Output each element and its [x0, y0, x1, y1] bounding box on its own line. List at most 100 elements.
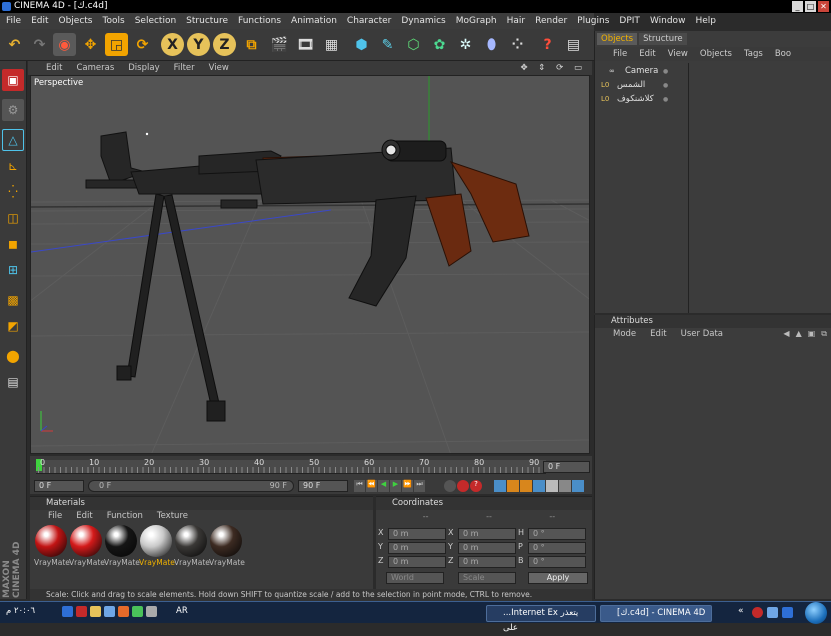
menu-objects[interactable]: Objects — [59, 16, 93, 26]
tray-antivirus-icon[interactable] — [76, 606, 87, 617]
clapper-icon[interactable]: ▤ — [2, 371, 24, 393]
goto-start-icon[interactable]: ⏮ — [354, 480, 365, 492]
help-icon[interactable]: ? — [536, 33, 559, 56]
tray-volume-icon[interactable] — [118, 606, 129, 617]
max-frame-field[interactable]: 90 F — [298, 480, 348, 492]
rotation-key-icon[interactable] — [520, 480, 532, 492]
menu-tools[interactable]: Tools — [103, 16, 125, 26]
objects-menu-bookmarks[interactable]: Boo — [775, 49, 791, 59]
visibility-dots-icon[interactable]: ● — [663, 79, 668, 92]
close-button[interactable]: ✕ — [818, 1, 829, 12]
viewport-menu-filter[interactable]: Filter — [174, 63, 195, 73]
menu-render[interactable]: Render — [535, 16, 567, 26]
attributes-menu-user-data[interactable]: User Data — [681, 329, 723, 341]
taskbar-clock[interactable]: ٢٠:٠٦ م — [6, 606, 35, 616]
record-keys-icon[interactable] — [457, 480, 469, 492]
coord-rotation-field[interactable]: 0 ° — [528, 528, 586, 540]
workplane-icon[interactable]: ◩ — [2, 315, 24, 337]
object-row[interactable]: L0 الشمس ● — [599, 79, 668, 92]
objects-menu-file[interactable]: File — [613, 49, 627, 59]
tray-display-icon[interactable] — [104, 606, 115, 617]
rotate-tool-icon[interactable]: ⟳ — [131, 33, 154, 56]
coord-position-field[interactable]: 0 m — [388, 542, 446, 554]
coordinate-system-icon[interactable]: ⧉ — [240, 33, 263, 56]
z-axis-lock-button[interactable]: Z — [213, 33, 236, 56]
object-row[interactable]: ∞ Camera ● — [599, 65, 668, 78]
play-forward-icon[interactable]: ▶ — [390, 480, 401, 492]
play-backward-icon[interactable]: ◀ — [378, 480, 389, 492]
param-key-icon[interactable] — [533, 480, 545, 492]
menu-window[interactable]: Window — [650, 16, 686, 26]
new-manager-icon[interactable]: ⧉ — [821, 329, 827, 339]
menu-hair[interactable]: Hair — [507, 16, 525, 26]
x-axis-lock-button[interactable]: X — [161, 33, 184, 56]
viewport-menu-view[interactable]: View — [209, 63, 229, 73]
materials-menu-function[interactable]: Function — [107, 511, 143, 523]
object-axis-icon[interactable]: ⊾ — [2, 155, 24, 177]
coord-rotation-field[interactable]: 0 ° — [528, 556, 586, 568]
viewport-menu-display[interactable]: Display — [128, 63, 159, 73]
materials-menu-file[interactable]: File — [48, 511, 62, 523]
timeline-layout-icon[interactable] — [572, 480, 584, 492]
checker-icon[interactable]: ▩ — [2, 289, 24, 311]
material-swatch[interactable]: VrayMate — [104, 525, 140, 569]
coord-position-field[interactable]: 0 m — [388, 528, 446, 540]
key-settings-icon[interactable] — [559, 480, 571, 492]
y-axis-lock-button[interactable]: Y — [187, 33, 210, 56]
points-mode-icon[interactable]: ⁛ — [2, 181, 24, 203]
menu-animation[interactable]: Animation — [291, 16, 337, 26]
taskbar-item-internet-explorer[interactable]: ...Internet Ex يتعذر على — [486, 605, 596, 633]
position-key-icon[interactable] — [494, 480, 506, 492]
tray-misc-icon[interactable] — [146, 606, 157, 617]
materials-menu-edit[interactable]: Edit — [76, 511, 92, 523]
particle-icon[interactable]: ⁘ — [506, 33, 529, 56]
visibility-dots-icon[interactable]: ● — [663, 65, 668, 78]
coordinate-mode-select[interactable]: World — [386, 572, 444, 584]
material-swatch[interactable]: VrayMate — [139, 525, 175, 569]
shapes-icon[interactable]: ⬤ — [2, 345, 24, 367]
tab-structure[interactable]: Structure — [639, 33, 687, 45]
scene-object-icon[interactable]: ⬮ — [480, 33, 503, 56]
render-view-icon[interactable]: 🎬 — [268, 33, 291, 56]
visibility-dots-icon[interactable]: ● — [663, 93, 668, 106]
menu-functions[interactable]: Functions — [238, 16, 281, 26]
attributes-menu-mode[interactable]: Mode — [613, 329, 636, 341]
material-swatch[interactable]: VrayMate — [209, 525, 245, 569]
tray-update-icon[interactable] — [132, 606, 143, 617]
texture-mode-icon[interactable]: ⚙ — [2, 99, 24, 121]
scale-tool-icon[interactable]: ◲ — [105, 33, 128, 56]
render-picture-viewer-icon[interactable]: 🎞 — [294, 33, 317, 56]
scale-key-icon[interactable] — [507, 480, 519, 492]
timeline-ruler[interactable]: 0 10 20 30 40 50 60 70 80 90 0 F — [30, 456, 592, 478]
menu-plugins[interactable]: Plugins — [577, 16, 609, 26]
goto-end-icon[interactable]: ⏭ — [414, 480, 425, 492]
menu-dynamics[interactable]: Dynamics — [401, 16, 445, 26]
viewport-layout-icon[interactable]: ▣ — [2, 69, 24, 91]
model-mode-icon[interactable]: △ — [2, 129, 24, 151]
viewport-menu-edit[interactable]: Edit — [46, 63, 62, 73]
tray-expand-chevron[interactable]: « — [738, 606, 744, 616]
coord-rotation-field[interactable]: 0 ° — [528, 542, 586, 554]
redo-icon[interactable]: ↷ — [28, 33, 51, 56]
menu-edit[interactable]: Edit — [31, 16, 48, 26]
array-icon[interactable]: ✿ — [428, 33, 451, 56]
menu-help[interactable]: Help — [695, 16, 716, 26]
perspective-viewport[interactable]: Perspective — [30, 75, 590, 454]
nurbs-icon[interactable]: ⬡ — [402, 33, 425, 56]
menu-character[interactable]: Character — [347, 16, 391, 26]
material-swatch[interactable]: VrayMate — [69, 525, 105, 569]
materials-menu-texture[interactable]: Texture — [157, 511, 188, 523]
live-selection-icon[interactable]: ◉ — [53, 33, 76, 56]
coord-size-field[interactable]: 0 m — [458, 528, 516, 540]
language-indicator[interactable]: AR — [176, 606, 188, 616]
minimize-button[interactable]: _ — [792, 1, 803, 12]
tray-app-icon[interactable] — [90, 606, 101, 617]
maximize-button[interactable]: □ — [805, 1, 816, 12]
edges-mode-icon[interactable]: ◫ — [2, 207, 24, 229]
viewport-nav-icons[interactable]: ✥ ⇕ ⟳ ▭ — [520, 63, 586, 73]
tray-network-icon[interactable] — [62, 606, 73, 617]
menu-structure[interactable]: Structure — [186, 16, 228, 26]
quicklaunch-switch-icon[interactable] — [782, 607, 793, 618]
uv-points-icon[interactable]: ⊞ — [2, 259, 24, 281]
material-swatch[interactable]: VrayMate — [34, 525, 70, 569]
